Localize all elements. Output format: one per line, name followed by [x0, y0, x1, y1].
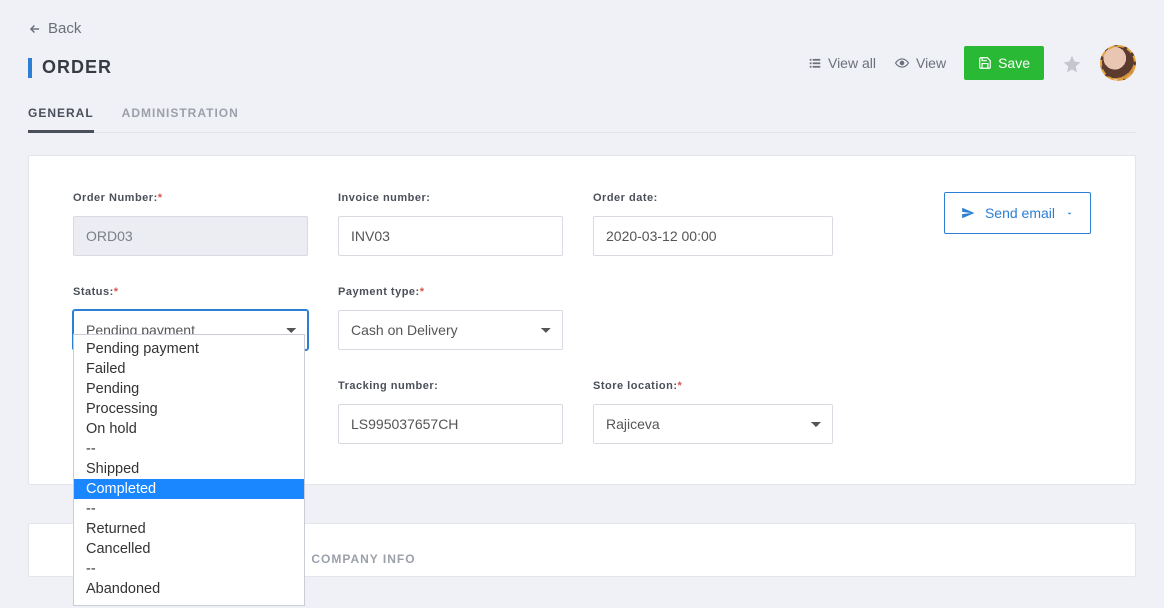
subtab-company[interactable]: COMPANY INFO	[311, 552, 415, 576]
status-option[interactable]: Shipped	[74, 459, 304, 479]
field-tracking-number: Tracking number:	[338, 380, 563, 444]
label-payment-type: Payment type:*	[338, 286, 563, 298]
paper-plane-icon	[961, 206, 975, 220]
save-icon	[978, 56, 992, 70]
view-link[interactable]: View	[894, 55, 946, 71]
label-order-date: Order date:	[593, 192, 833, 204]
status-option[interactable]: --	[74, 559, 304, 579]
invoice-number-input[interactable]	[338, 216, 563, 256]
field-payment-type: Payment type:* Cash on Delivery	[338, 286, 563, 350]
field-order-date: Order date:	[593, 192, 833, 256]
order-date-input[interactable]	[593, 216, 833, 256]
payment-type-value: Cash on Delivery	[351, 322, 458, 338]
store-location-select[interactable]: Rajiceva	[593, 404, 833, 444]
label-invoice-number: Invoice number:	[338, 192, 563, 204]
eye-icon	[894, 56, 910, 70]
status-option[interactable]: Completed	[74, 479, 304, 499]
view-all-label: View all	[828, 55, 876, 71]
field-store-location: Store location:* Rajiceva	[593, 380, 833, 444]
status-option[interactable]: Returned	[74, 519, 304, 539]
save-button[interactable]: Save	[964, 46, 1044, 80]
status-option[interactable]: Processing	[74, 399, 304, 419]
status-option[interactable]: --	[74, 439, 304, 459]
send-email-button[interactable]: Send email	[944, 192, 1091, 234]
status-option[interactable]: Abandoned	[74, 579, 304, 605]
order-form-card: Order Number:* Invoice number: Order dat…	[28, 155, 1136, 485]
send-email-label: Send email	[985, 205, 1055, 221]
payment-type-select[interactable]: Cash on Delivery	[338, 310, 563, 350]
status-option[interactable]: Failed	[74, 359, 304, 379]
label-store-location: Store location:*	[593, 380, 833, 392]
status-option[interactable]: Pending	[74, 379, 304, 399]
store-location-value: Rajiceva	[606, 416, 660, 432]
status-option[interactable]: On hold	[74, 419, 304, 439]
tab-general[interactable]: GENERAL	[28, 96, 94, 132]
caret-down-icon	[1065, 209, 1074, 218]
label-tracking-number: Tracking number:	[338, 380, 563, 392]
field-order-number: Order Number:*	[73, 192, 308, 256]
status-option[interactable]: Cancelled	[74, 539, 304, 559]
status-dropdown-list: Pending paymentFailedPendingProcessingOn…	[73, 334, 305, 606]
tracking-number-input[interactable]	[338, 404, 563, 444]
back-link[interactable]: Back	[28, 20, 1136, 37]
favorite-star-icon[interactable]	[1062, 52, 1082, 73]
page-title: ORDER	[42, 57, 112, 78]
order-number-input[interactable]	[73, 216, 308, 256]
label-status: Status:*	[73, 286, 308, 298]
list-icon	[808, 56, 822, 70]
status-option[interactable]: --	[74, 499, 304, 519]
send-email-wrap: Send email	[863, 192, 1091, 234]
tab-administration[interactable]: ADMINISTRATION	[122, 96, 239, 132]
field-invoice-number: Invoice number:	[338, 192, 563, 256]
view-all-link[interactable]: View all	[808, 55, 876, 71]
label-order-number: Order Number:*	[73, 192, 308, 204]
view-label: View	[916, 55, 946, 71]
save-label: Save	[998, 55, 1030, 71]
title-accent	[28, 58, 32, 78]
main-tabs: GENERAL ADMINISTRATION	[28, 96, 1136, 133]
avatar[interactable]	[1100, 45, 1136, 81]
back-label: Back	[48, 20, 81, 37]
arrow-left-icon	[28, 22, 42, 36]
status-option[interactable]: Pending payment	[74, 335, 304, 359]
